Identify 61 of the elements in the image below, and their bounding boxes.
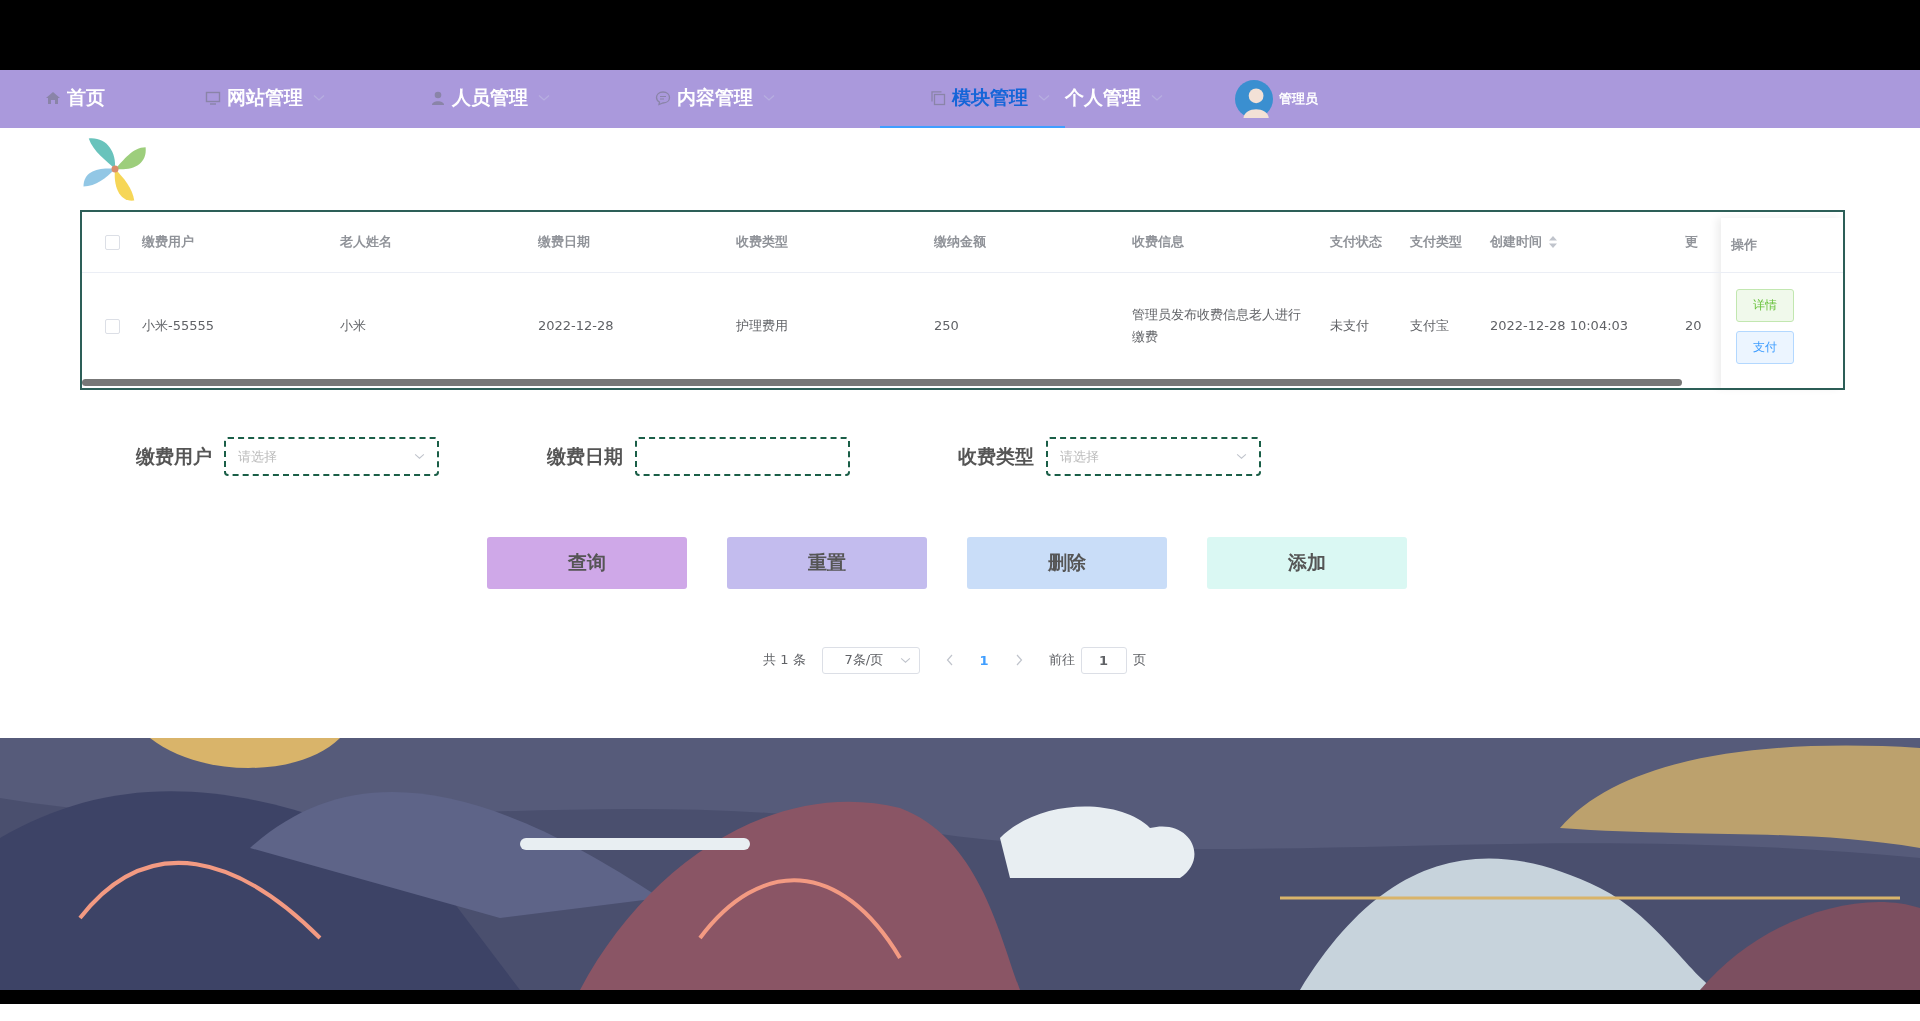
- sort-icon[interactable]: [1548, 235, 1558, 249]
- scrollbar[interactable]: [82, 379, 1682, 386]
- page-size-select[interactable]: 7条/页: [821, 646, 920, 674]
- chevron-down-icon: [899, 656, 911, 664]
- person-icon: [430, 90, 446, 106]
- chevron-down-icon: [414, 453, 425, 460]
- table-cell-text: 2022-12-28 10:04:03: [1490, 317, 1629, 335]
- column-header: 缴费用户: [142, 233, 194, 251]
- table-cell-text: 20: [1685, 317, 1702, 335]
- table-cell-text: 管理员发布收费信息老人进行缴费: [1132, 306, 1302, 346]
- column-header: 更: [1685, 233, 1698, 251]
- monitor-icon: [205, 90, 221, 106]
- table-cell-text: 2022-12-28: [538, 317, 614, 335]
- nav-item[interactable]: 个人管理: [1065, 70, 1215, 128]
- home-icon: [45, 90, 61, 106]
- nav-item[interactable]: 内容管理: [655, 70, 880, 128]
- avatar-icon: [1235, 80, 1273, 118]
- action-button[interactable]: 删除: [967, 537, 1167, 589]
- nav-item[interactable]: 网站管理: [205, 70, 430, 128]
- user-name: 管理员: [1279, 90, 1318, 108]
- action-button[interactable]: 查询: [487, 537, 687, 589]
- total-count: 共 1 条: [763, 651, 806, 669]
- chevron-down-icon: [1236, 453, 1247, 460]
- checkbox[interactable]: [104, 234, 120, 250]
- column-header: 创建时间: [1490, 233, 1542, 251]
- column-header: 老人姓名: [340, 233, 392, 251]
- filter-label: 收费类型: [958, 443, 1034, 469]
- checkbox[interactable]: [104, 318, 120, 334]
- column-header: 收费类型: [736, 233, 788, 251]
- column-header: 缴费日期: [538, 233, 590, 251]
- table-cell-text: 250: [934, 317, 959, 335]
- table-cell-text: 支付宝: [1410, 317, 1449, 335]
- nav-item[interactable]: 首页: [45, 70, 205, 128]
- table-cell-text: 小米-55555: [142, 317, 215, 335]
- column-header: 收费信息: [1132, 233, 1184, 251]
- page-number[interactable]: 1: [979, 652, 989, 668]
- previous-page-icon[interactable]: [945, 654, 954, 666]
- action-button[interactable]: 添加: [1207, 537, 1407, 589]
- date-field[interactable]: [635, 437, 850, 476]
- page-input[interactable]: 1: [1080, 646, 1127, 674]
- goto-label: 前往: [1048, 651, 1075, 669]
- filter-label: 缴费日期: [547, 443, 623, 469]
- column-header: 支付类型: [1410, 233, 1462, 251]
- column-header: 支付状态: [1330, 233, 1382, 251]
- action-button[interactable]: 详情: [1736, 289, 1794, 322]
- table-cell-text: 未支付: [1330, 317, 1369, 335]
- action-button[interactable]: 重置: [727, 537, 927, 589]
- table-cell-text: 护理费用: [736, 317, 788, 335]
- select-field[interactable]: 请选择: [1046, 437, 1261, 476]
- column-header: 操作: [1731, 236, 1757, 254]
- copy-icon: [930, 90, 946, 106]
- select-field[interactable]: 请选择: [224, 437, 439, 476]
- filter-label: 缴费用户: [136, 443, 212, 469]
- next-page-icon[interactable]: [1014, 654, 1023, 666]
- page-suffix: 页: [1132, 651, 1146, 669]
- nav-item[interactable]: 模块管理: [880, 70, 1065, 128]
- nav-item[interactable]: 人员管理: [430, 70, 655, 128]
- action-button[interactable]: 支付: [1736, 331, 1794, 364]
- chat-icon: [655, 90, 671, 106]
- table-cell-text: 小米: [340, 317, 366, 335]
- column-header: 缴纳金额: [934, 233, 986, 251]
